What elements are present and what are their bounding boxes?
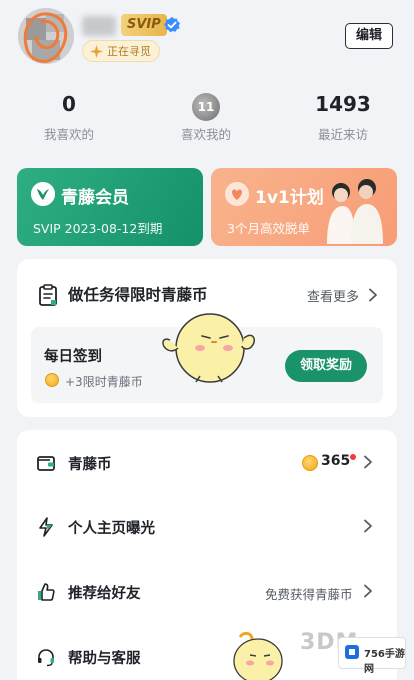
see-more-link[interactable]: 查看更多 bbox=[307, 286, 359, 305]
edit-button[interactable]: 编辑 bbox=[345, 23, 393, 49]
coin-balance: 365 bbox=[321, 453, 351, 469]
stat-recent-visitors[interactable]: 1493 最近来访 bbox=[298, 90, 388, 143]
coin-icon bbox=[302, 455, 318, 471]
membership-title: 青藤会员 bbox=[61, 188, 129, 208]
chevron-right-icon bbox=[364, 584, 372, 598]
username-blurred bbox=[82, 16, 116, 36]
notification-dot bbox=[350, 454, 356, 460]
stat-value: 1493 bbox=[315, 92, 371, 116]
chick-watermark-icon bbox=[233, 631, 283, 680]
plan-title: 1v1计划 bbox=[255, 188, 324, 208]
menu-label-help: 帮助与客服 bbox=[68, 651, 141, 667]
daily-signin-title: 每日签到 bbox=[44, 349, 102, 365]
chevron-right-icon bbox=[364, 519, 372, 533]
see-more-label: 查看更多 bbox=[307, 290, 360, 305]
couple-photo bbox=[327, 179, 383, 244]
plan-card[interactable]: 1v1计划 3个月高效脱单 bbox=[211, 168, 397, 246]
wallet-icon bbox=[37, 456, 55, 471]
coin-icon bbox=[45, 373, 59, 387]
lightning-icon bbox=[39, 517, 53, 537]
site-logo-icon bbox=[345, 645, 359, 659]
plan-subtitle: 3个月高效脱单 bbox=[227, 221, 310, 236]
status-text: 正在寻觅 bbox=[107, 45, 151, 58]
heart-logo-icon bbox=[225, 182, 249, 206]
claim-reward-button[interactable]: 领取奖励 bbox=[285, 350, 367, 382]
headset-icon bbox=[38, 649, 54, 667]
recommend-hint: 免费获得青藤币 bbox=[265, 587, 353, 602]
stat-i-like[interactable]: 0 我喜欢的 bbox=[24, 90, 114, 143]
vine-logo-icon bbox=[31, 182, 55, 206]
menu-label-recommend: 推荐给好友 bbox=[68, 586, 141, 602]
menu-label-exposure: 个人主页曝光 bbox=[68, 521, 155, 537]
watermark-site-name: 756手游网 bbox=[364, 649, 405, 675]
status-pill[interactable]: 正在寻觅 bbox=[82, 40, 160, 62]
clipboard-icon bbox=[39, 284, 57, 306]
stat-label: 喜欢我的 bbox=[180, 127, 231, 142]
stat-label: 我喜欢的 bbox=[43, 127, 94, 142]
daily-signin-reward: +3限时青藤币 bbox=[65, 375, 143, 389]
stat-likes-me[interactable]: 11 喜欢我的 bbox=[161, 90, 251, 143]
chick-mascot-sticker bbox=[162, 313, 255, 383]
verified-badge-icon bbox=[164, 17, 180, 33]
membership-card[interactable]: 青藤会员 SVIP 2023-08-12到期 bbox=[17, 168, 203, 246]
menu-label-coins: 青藤币 bbox=[68, 457, 112, 473]
membership-expiry: SVIP 2023-08-12到期 bbox=[33, 221, 163, 236]
avatar[interactable] bbox=[18, 8, 74, 64]
chevron-right-icon bbox=[364, 455, 372, 469]
chevron-right-icon bbox=[369, 288, 377, 302]
stat-value: 0 bbox=[62, 92, 76, 116]
sparkle-icon bbox=[90, 45, 103, 58]
svip-badge: SVIP bbox=[121, 14, 167, 36]
stat-value: 11 bbox=[192, 93, 220, 121]
thumbs-up-icon bbox=[38, 583, 55, 601]
stat-label: 最近来访 bbox=[317, 127, 368, 142]
